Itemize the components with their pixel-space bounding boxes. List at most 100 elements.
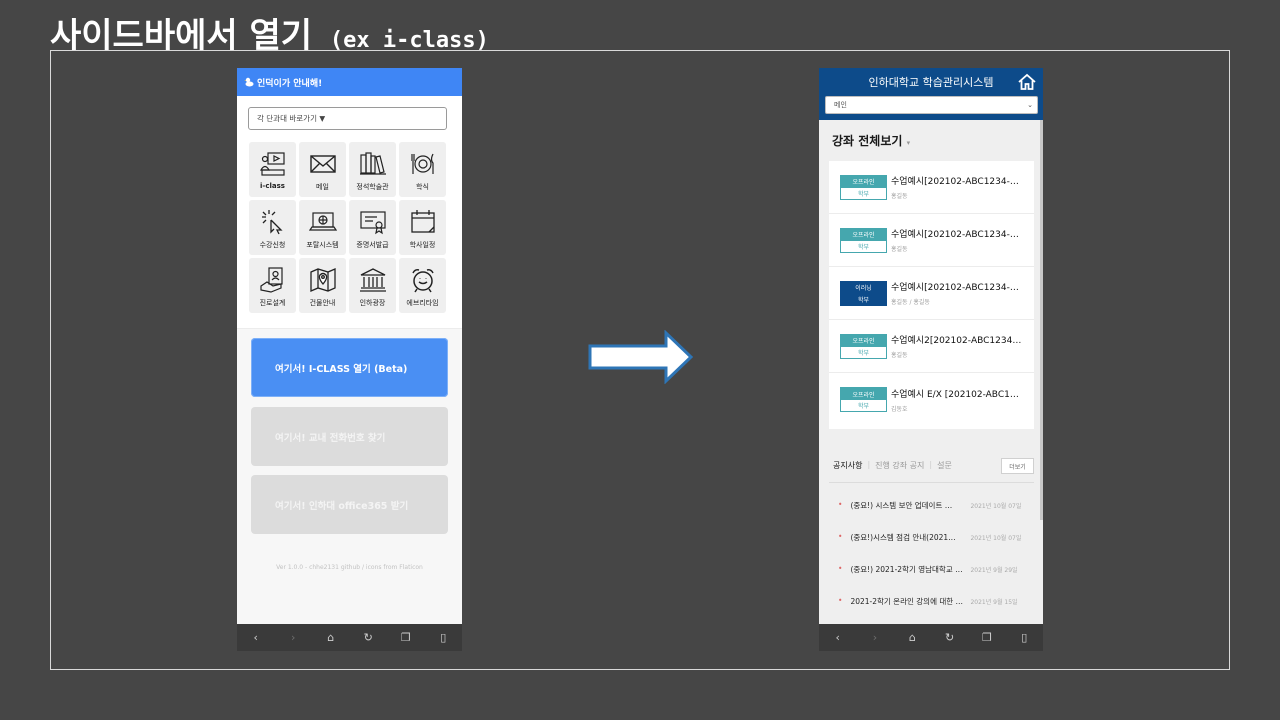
mail-icon — [309, 155, 336, 173]
back-icon[interactable]: ‹ — [246, 631, 266, 644]
divider — [829, 482, 1034, 483]
reload-icon[interactable]: ↻ — [940, 631, 960, 644]
course-item[interactable]: 오프라인 학부 수업예시[202102-ABC1234-… 홍길동 — [829, 214, 1034, 267]
books-icon — [359, 152, 386, 175]
scrollbar[interactable] — [1040, 120, 1043, 520]
open-iclass-button[interactable]: 여기서! I-CLASS 열기 (Beta) — [251, 338, 448, 397]
badge-level: 학부 — [841, 187, 886, 199]
badge-level: 학부 — [841, 240, 886, 252]
get-office365-button[interactable]: 여기서! 인하대 office365 받기 — [251, 475, 448, 534]
course-item[interactable]: 이러닝 학부 수업예시[202102-ABC1234-… 홍길동 / 홍길동 — [829, 267, 1034, 320]
app-header: 인덕이가 안내해! — [237, 68, 462, 96]
menu-grid: i-class 메일 정석학술관 학식 수강신청 포탈시스템 증명서발급 학사일… — [249, 142, 446, 313]
notice-item[interactable]: • (중요!) 2021-2학기 영남대학교 … 2021년 9월 29일 — [838, 564, 1038, 575]
phone-icon[interactable]: ▯ — [1014, 631, 1034, 644]
home-icon[interactable]: ⌂ — [902, 631, 922, 644]
browser-navbar: ‹ › ⌂ ↻ ❐ ▯ — [237, 624, 462, 651]
menu-select-bar: 메인 ⌄ — [819, 96, 1043, 120]
main-menu-select-value: 메인 — [834, 101, 847, 109]
map-pin-icon — [309, 268, 336, 292]
menu-item-inha-square[interactable]: 인하광장 — [349, 258, 396, 313]
menu-item-career[interactable]: 진로설계 — [249, 258, 296, 313]
course-professor: 홍길동 — [891, 352, 908, 359]
lecture-video-icon — [259, 152, 285, 176]
course-name: 수업예시[202102-ABC1234-… — [891, 230, 1019, 240]
home-icon[interactable]: ⌂ — [321, 631, 341, 644]
menu-item-calendar[interactable]: 학사일정 — [399, 200, 446, 255]
menu-item-label: 정석학술관 — [356, 183, 389, 191]
bullet-icon: • — [838, 500, 843, 509]
menu-item-everytime[interactable]: 에브리타임 — [399, 258, 446, 313]
notice-item[interactable]: • (중요!)시스템 점검 안내(2021… 2021년 10월 07일 — [838, 532, 1038, 543]
meal-icon — [410, 153, 434, 174]
course-professor: 홍길동 / 홍길동 — [891, 299, 930, 306]
menu-item-building-guide[interactable]: 건물안내 — [299, 258, 346, 313]
menu-item-certificate[interactable]: 증명서발급 — [349, 200, 396, 255]
menu-item-registration[interactable]: 수강신청 — [249, 200, 296, 255]
notice-date: 2021년 10월 07일 — [970, 503, 1022, 510]
course-type-badge: 오프라인 학부 — [840, 174, 887, 200]
course-name: 수업예시[202102-ABC1234-… — [891, 283, 1019, 293]
course-item[interactable]: 오프라인 학부 수업예시2[202102-ABC1234… 홍길동 — [829, 320, 1034, 373]
notice-item[interactable]: • 2021-2학기 온라인 강의에 대한 … 2021년 9월 15일 — [838, 596, 1038, 607]
notice-title: (중요!) 시스템 보안 업데이트 … — [850, 501, 953, 510]
bullet-icon: • — [838, 564, 843, 573]
tab-course-notices[interactable]: 진행 강좌 공지 — [875, 460, 924, 471]
notice-date: 2021년 9월 15일 — [970, 599, 1018, 606]
college-shortcut-select[interactable]: 각 단과대 바로가기 ▼ — [248, 107, 447, 130]
menu-item-library[interactable]: 정석학술관 — [349, 142, 396, 197]
course-type-badge: 오프라인 학부 — [840, 227, 887, 253]
course-list: 오프라인 학부 수업예시[202102-ABC1234-… 홍길동 오프라인 학부 수… — [829, 161, 1034, 429]
course-professor: 김동호 — [891, 405, 908, 413]
badge-type: 오프라인 — [841, 334, 886, 347]
menu-item-portal[interactable]: 포탈시스템 — [299, 200, 346, 255]
course-list-title[interactable]: 강좌 전체보기 ▾ — [832, 132, 910, 149]
badge-level: 학부 — [841, 400, 886, 411]
notice-tabs: 공지사항 | 진행 강좌 공지 | 설문 — [833, 460, 952, 471]
badge-type: 오프라인 — [841, 388, 886, 400]
more-button[interactable]: 더보기 — [1001, 458, 1034, 474]
course-professor: 홍길동 — [891, 246, 908, 253]
section-title: 강좌 전체보기 — [832, 134, 903, 148]
tabs-icon[interactable]: ❐ — [396, 631, 416, 644]
menu-item-meal[interactable]: 학식 — [399, 142, 446, 197]
tab-separator: | — [867, 460, 871, 469]
tab-notices[interactable]: 공지사항 — [833, 460, 862, 471]
menu-item-label: i-class — [260, 182, 285, 190]
main-menu-select[interactable]: 메인 ⌄ — [825, 96, 1038, 114]
lms-header: 인하대학교 학습관리시스템 — [819, 68, 1043, 96]
find-phone-number-button[interactable]: 여기서! 교내 전화번호 찾기 — [251, 407, 448, 466]
badge-level: 학부 — [841, 293, 886, 305]
career-icon — [259, 267, 283, 293]
bullet-icon: • — [838, 532, 843, 541]
menu-item-label: 수강신청 — [259, 241, 286, 249]
chevron-down-icon: ⌄ — [1027, 101, 1033, 109]
menu-item-label: 증명서발급 — [356, 241, 389, 249]
menu-item-label: 인하광장 — [359, 299, 386, 307]
forward-icon[interactable]: › — [865, 631, 885, 644]
notice-title: (중요!)시스템 점검 안내(2021… — [850, 533, 956, 542]
tab-survey[interactable]: 설문 — [937, 460, 952, 471]
back-icon[interactable]: ‹ — [828, 631, 848, 644]
caret-down-icon: ▾ — [906, 139, 911, 147]
menu-item-label: 에브리타임 — [406, 299, 439, 307]
notice-title: (중요!) 2021-2학기 영남대학교 … — [850, 565, 963, 574]
notice-item[interactable]: • (중요!) 시스템 보안 업데이트 … 2021년 10월 07일 — [838, 500, 1038, 511]
laptop-globe-icon — [308, 212, 337, 231]
notice-date: 2021년 9월 29일 — [970, 567, 1018, 574]
menu-item-iclass[interactable]: i-class — [249, 142, 296, 197]
tabs-icon[interactable]: ❐ — [977, 631, 997, 644]
calendar-icon — [410, 210, 435, 233]
home-icon[interactable] — [1017, 72, 1037, 92]
phone-icon[interactable]: ▯ — [433, 631, 453, 644]
alarm-clock-icon — [411, 269, 434, 293]
course-type-badge: 오프라인 학부 — [840, 387, 887, 412]
menu-item-label: 진로설계 — [259, 299, 286, 307]
course-item[interactable]: 오프라인 학부 수업예시[202102-ABC1234-… 홍길동 — [829, 161, 1034, 214]
reload-icon[interactable]: ↻ — [358, 631, 378, 644]
forward-icon[interactable]: › — [283, 631, 303, 644]
menu-item-mail[interactable]: 메일 — [299, 142, 346, 197]
course-name: 수업예시 E/X [202102-ABC1… — [891, 389, 1019, 400]
click-cursor-icon — [261, 210, 283, 235]
course-item[interactable]: 오프라인 학부 수업예시 E/X [202102-ABC1… 김동호 — [829, 373, 1034, 426]
